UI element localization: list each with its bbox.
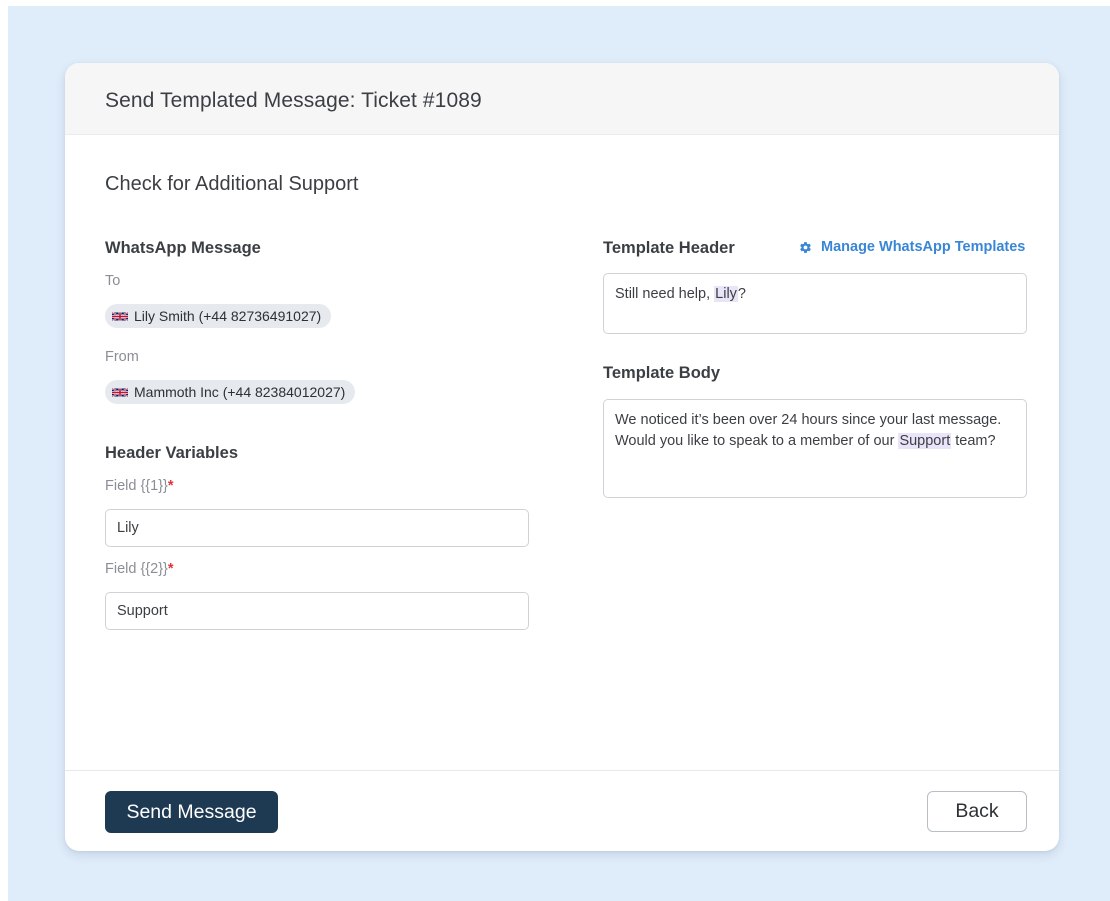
from-label: From xyxy=(105,349,139,365)
to-recipient-chip: Lily Smith (+44 82736491027) xyxy=(105,304,332,328)
required-mark: * xyxy=(167,561,174,577)
field-2-value: Support xyxy=(117,603,168,619)
field-2-input[interactable]: Support xyxy=(105,592,529,630)
manage-templates-link[interactable]: Manage WhatsApp Templates xyxy=(799,239,1025,255)
header-variables-heading: Header Variables xyxy=(105,444,238,462)
template-header-text: Still need help, xyxy=(615,286,715,302)
back-button[interactable]: Back xyxy=(927,791,1027,832)
template-header-label: Template Header xyxy=(603,239,735,257)
send-message-button[interactable]: Send Message xyxy=(105,791,278,833)
template-body-box: We noticed it’s been over 24 hours since… xyxy=(603,399,1027,498)
to-label: To xyxy=(105,273,121,289)
footer-divider xyxy=(65,770,1059,771)
field-1-label: Field {{1}}* xyxy=(105,478,174,494)
body-variable-highlight: Support xyxy=(898,433,952,449)
header-variable-highlight: Lily xyxy=(714,286,738,302)
required-mark: * xyxy=(167,478,174,494)
whatsapp-message-heading: WhatsApp Message xyxy=(105,239,261,257)
template-body-text-end: team? xyxy=(951,433,996,449)
template-header-text-end: ? xyxy=(737,286,746,302)
manage-templates-label: Manage WhatsApp Templates xyxy=(821,239,1026,255)
field-1-value: Lily xyxy=(117,520,139,536)
gear-icon xyxy=(800,241,811,253)
field-1-input[interactable]: Lily xyxy=(105,509,529,547)
uk-flag-icon xyxy=(112,312,128,320)
from-sender-chip: Mammoth Inc (+44 82384012027) xyxy=(105,380,356,404)
field-2-label: Field {{2}}* xyxy=(105,561,174,577)
uk-flag-icon xyxy=(112,388,128,396)
template-body-label: Template Body xyxy=(603,364,721,382)
modal-header: Send Templated Message: Ticket #1089 xyxy=(65,63,1059,135)
section-title: Check for Additional Support xyxy=(105,173,359,195)
to-recipient-text: Lily Smith (+44 82736491027) xyxy=(134,308,322,324)
template-header-box: Still need help, Lily? xyxy=(603,273,1027,334)
send-template-modal: Send Templated Message: Ticket #1089 Che… xyxy=(65,63,1059,851)
from-sender-text: Mammoth Inc (+44 82384012027) xyxy=(134,384,346,400)
modal-title: Send Templated Message: Ticket #1089 xyxy=(105,89,482,112)
